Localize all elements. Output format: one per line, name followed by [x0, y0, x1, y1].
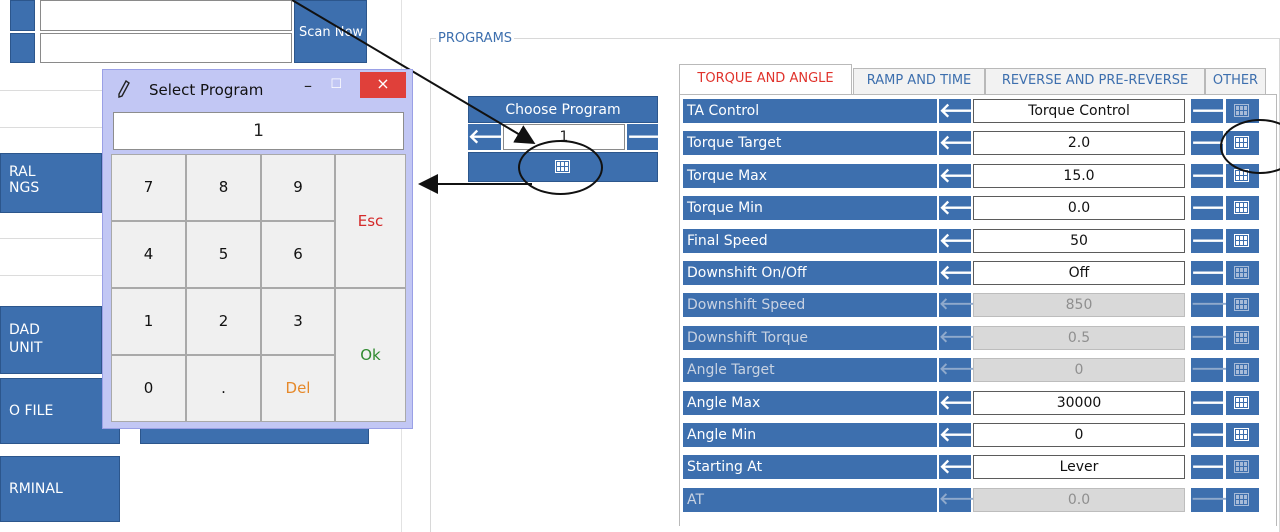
key-3[interactable]: 3 [261, 288, 335, 355]
key-esc[interactable]: Esc [335, 154, 406, 288]
dialog-titlebar[interactable]: Select Program – ☐ × [103, 70, 412, 110]
maximize-button[interactable]: ☐ [330, 77, 342, 92]
dialog-title: Select Program [149, 81, 264, 99]
key-8[interactable]: 8 [186, 154, 261, 221]
dialog-display: 1 [113, 112, 404, 150]
key-dot[interactable]: . [186, 355, 261, 422]
pencil-icon [118, 80, 130, 98]
key-9[interactable]: 9 [261, 154, 335, 221]
key-4[interactable]: 4 [111, 221, 186, 288]
key-7[interactable]: 7 [111, 154, 186, 221]
minimize-button[interactable]: – [304, 76, 312, 95]
key-2[interactable]: 2 [186, 288, 261, 355]
close-button[interactable]: × [360, 72, 406, 98]
key-0[interactable]: 0 [111, 355, 186, 422]
key-ok[interactable]: Ok [335, 288, 406, 422]
select-program-dialog: Select Program – ☐ × 1 7 8 9 Esc 4 5 6 1… [102, 69, 413, 429]
key-6[interactable]: 6 [261, 221, 335, 288]
close-icon: × [376, 74, 390, 93]
key-1[interactable]: 1 [111, 288, 186, 355]
key-del[interactable]: Del [261, 355, 335, 422]
key-5[interactable]: 5 [186, 221, 261, 288]
